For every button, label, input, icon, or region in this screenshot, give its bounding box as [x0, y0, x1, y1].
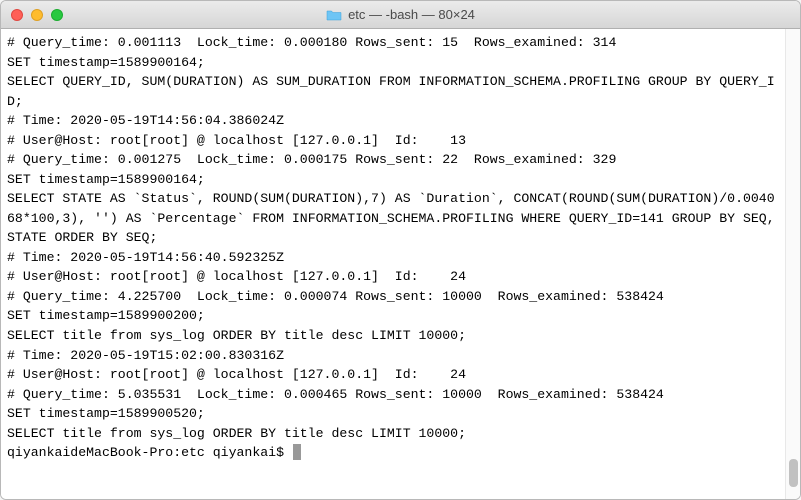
title-center: etc — -bash — 80×24 — [1, 7, 800, 22]
zoom-button[interactable] — [51, 9, 63, 21]
cursor — [293, 444, 301, 460]
terminal-content[interactable]: # Query_time: 0.001113 Lock_time: 0.0001… — [1, 29, 785, 499]
titlebar[interactable]: etc — -bash — 80×24 — [1, 1, 800, 29]
scrollbar[interactable] — [785, 29, 800, 499]
shell-prompt: qiyankaideMacBook-Pro:etc qiyankai$ — [7, 445, 292, 460]
folder-icon — [326, 9, 342, 21]
scroll-thumb[interactable] — [789, 459, 798, 487]
minimize-button[interactable] — [31, 9, 43, 21]
close-button[interactable] — [11, 9, 23, 21]
window-title: etc — -bash — 80×24 — [348, 7, 475, 22]
traffic-lights — [1, 9, 63, 21]
terminal-window: etc — -bash — 80×24 # Query_time: 0.0011… — [0, 0, 801, 500]
terminal-body: # Query_time: 0.001113 Lock_time: 0.0001… — [1, 29, 800, 499]
